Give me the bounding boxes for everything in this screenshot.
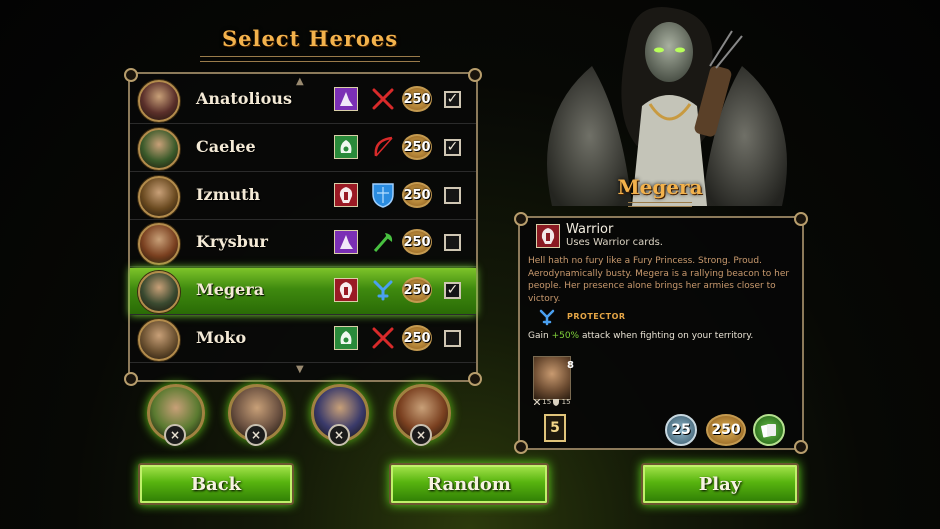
hero-row[interactable]: Izmuth 250 xyxy=(130,173,476,220)
frame-corner xyxy=(514,212,528,226)
crossed-swords-red-icon xyxy=(369,324,397,352)
gain-bonus: +50% xyxy=(551,331,580,341)
unit-stats: 15 15 xyxy=(533,398,571,406)
hero-portrait xyxy=(138,223,180,265)
random-button[interactable]: Random xyxy=(389,463,549,505)
crossed-swords-icon xyxy=(533,398,541,406)
hero-row[interactable]: Anatolious 250 ✓ xyxy=(130,77,476,124)
hero-checkbox[interactable]: ✓ xyxy=(444,282,461,299)
title-divider xyxy=(200,56,420,62)
hero-checkbox[interactable] xyxy=(444,330,461,347)
hero-name: Anatolious xyxy=(196,89,292,108)
hero-name-title: Megera xyxy=(617,175,703,199)
frame-corner xyxy=(794,212,808,226)
unit-portrait xyxy=(533,356,571,400)
frame-corner xyxy=(468,372,482,386)
hero-row[interactable]: Caelee 250 ✓ xyxy=(130,125,476,172)
frame-corner xyxy=(124,372,138,386)
cards-icon[interactable] xyxy=(753,414,785,446)
remove-hero-button[interactable]: × xyxy=(245,424,267,446)
unit-attack: 15 xyxy=(542,398,552,406)
frame-corner xyxy=(794,440,808,454)
ability-name: PROTECTOR xyxy=(567,312,626,321)
gold-cost-badge: 250 xyxy=(706,414,746,446)
play-button-label: Play xyxy=(698,473,742,495)
gold-cost-coin: 250 xyxy=(402,134,432,160)
hero-checkbox[interactable]: ✓ xyxy=(444,139,461,156)
gold-cost-coin: 250 xyxy=(402,86,432,112)
hero-portrait xyxy=(138,271,180,313)
defense-shield-badge: 25 xyxy=(665,414,697,446)
gold-cost-coin: 250 xyxy=(402,182,432,208)
gold-cost-coin: 250 xyxy=(402,277,432,303)
hero-portrait xyxy=(138,176,180,218)
remove-hero-button[interactable]: × xyxy=(410,424,432,446)
warrior-class-icon xyxy=(536,224,560,248)
crossed-swords-red-icon xyxy=(369,85,397,113)
unit-defense: 15 xyxy=(561,398,571,406)
scroll-down-arrow[interactable]: ▼ xyxy=(296,364,304,375)
hero-checkbox[interactable] xyxy=(444,187,461,204)
defense-value: 25 xyxy=(671,422,691,438)
hero-checkbox[interactable] xyxy=(444,234,461,251)
axe-green-icon xyxy=(369,228,397,256)
warrior-class-icon xyxy=(334,183,358,207)
gain-suffix: attack when fighting on your territory. xyxy=(579,331,754,341)
hero-class-name: Warrior xyxy=(566,222,614,237)
hero-portrait xyxy=(138,319,180,361)
gold-value: 250 xyxy=(711,422,741,438)
turns-hourglass: 5 xyxy=(544,414,566,442)
hero-name: Krysbur xyxy=(196,232,268,251)
turns-value: 5 xyxy=(550,420,560,436)
warrior-class-icon xyxy=(334,278,358,302)
gain-prefix: Gain xyxy=(528,331,552,341)
protector-blue-icon xyxy=(369,276,397,304)
hero-name: Megera xyxy=(196,280,265,299)
gold-cost-coin: 250 xyxy=(402,325,432,351)
shield-blue-icon xyxy=(369,181,397,209)
screen-title: Select Heroes xyxy=(221,26,399,51)
hero-row[interactable]: Krysbur 250 xyxy=(130,220,476,267)
play-button[interactable]: Play xyxy=(641,463,799,505)
bow-red-icon xyxy=(369,133,397,161)
hero-portrait xyxy=(138,128,180,170)
rogue-class-icon xyxy=(334,135,358,159)
remove-hero-button[interactable]: × xyxy=(328,424,350,446)
gold-cost-coin: 250 xyxy=(402,229,432,255)
hero-portrait xyxy=(138,80,180,122)
unit-count: 8 xyxy=(567,360,574,371)
hero-row[interactable]: Moko 250 xyxy=(130,316,476,363)
remove-hero-button[interactable]: × xyxy=(164,424,186,446)
back-button-label: Back xyxy=(190,473,242,495)
hero-class-subtitle: Uses Warrior cards. xyxy=(566,237,663,248)
hero-name: Izmuth xyxy=(196,185,261,204)
ability-description: Gain +50% attack when fighting on your t… xyxy=(528,331,753,341)
frame-corner xyxy=(514,440,528,454)
hero-name: Caelee xyxy=(196,137,256,156)
hero-description: Hell hath no fury like a Fury Princess. … xyxy=(528,256,790,304)
hero-row[interactable]: Megera 250 ✓ xyxy=(130,268,476,315)
random-button-label: Random xyxy=(427,473,511,495)
back-button[interactable]: Back xyxy=(138,463,294,505)
hero-checkbox[interactable]: ✓ xyxy=(444,91,461,108)
mage-class-icon xyxy=(334,230,358,254)
hero-name-divider xyxy=(628,202,692,207)
protector-ability-icon xyxy=(539,309,555,326)
mage-class-icon xyxy=(334,87,358,111)
hero-name: Moko xyxy=(196,328,247,347)
rogue-class-icon xyxy=(334,326,358,350)
shield-icon xyxy=(553,398,560,406)
